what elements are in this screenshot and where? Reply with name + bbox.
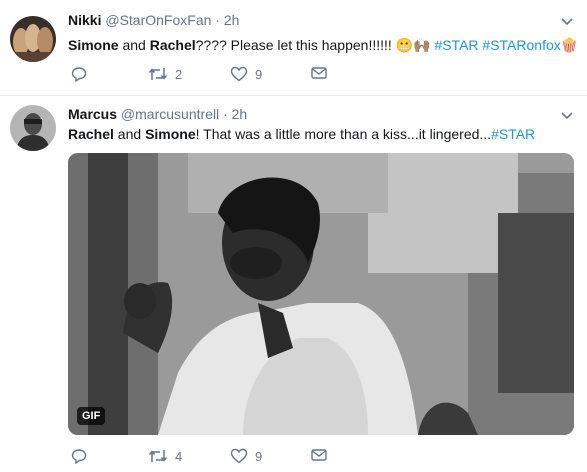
dm-icon [311, 448, 327, 462]
display-name[interactable]: Marcus [68, 106, 117, 122]
reply-icon [71, 448, 87, 464]
display-name[interactable]: Nikki [68, 12, 101, 28]
tweet-actions: 4 9 [68, 448, 368, 468]
like-icon [230, 448, 248, 464]
gif-frame [68, 153, 574, 435]
reply-button[interactable] [71, 448, 94, 464]
retweet-icon [148, 66, 168, 82]
text-bold-name: Simone [68, 37, 119, 53]
chevron-down-icon[interactable] [561, 108, 573, 123]
tweet-actions: 2 9 [68, 66, 368, 86]
dm-icon [311, 66, 327, 80]
chevron-down-icon[interactable] [561, 14, 573, 29]
hashtag-staronfox[interactable]: #STARonfox [482, 37, 560, 53]
tweet-text: Rachel and Simone! That was a little mor… [68, 126, 535, 142]
tweet-text: Simone and Rachel???? Please let this ha… [68, 37, 578, 54]
raised-hands-emoji: 🙌🏽 [413, 37, 431, 53]
reply-button[interactable] [71, 66, 94, 82]
dm-button[interactable] [311, 66, 327, 80]
text-segment: and [113, 126, 146, 142]
popcorn-emoji: 🍿 [560, 37, 579, 53]
tweet-marcus[interactable]: Marcus @marcusuntrell · 2h Rachel and Si… [0, 96, 587, 472]
tweet-header: Nikki @StarOnFoxFan · 2h [68, 12, 239, 28]
timestamp[interactable]: · 2h [215, 12, 239, 28]
like-button[interactable]: 9 [230, 448, 262, 464]
like-count: 9 [255, 448, 263, 464]
text-segment: and [118, 37, 150, 53]
text-bold-name: Rachel [149, 37, 196, 53]
retweet-button[interactable]: 2 [148, 66, 182, 82]
tweet-nikki[interactable]: Nikki @StarOnFoxFan · 2h Simone and Rach… [0, 0, 587, 96]
avatar[interactable] [10, 105, 56, 151]
retweet-icon [148, 448, 168, 464]
user-handle[interactable]: @StarOnFoxFan [105, 12, 211, 28]
text-segment: ! That was a little more than a kiss...i… [195, 126, 492, 142]
tweet-header: Marcus @marcusuntrell · 2h [68, 106, 247, 122]
like-button[interactable]: 9 [230, 66, 262, 82]
text-bold-name: Rachel [68, 126, 114, 142]
grimace-emoji: 😬 [395, 37, 414, 53]
user-handle[interactable]: @marcusuntrell [121, 106, 219, 122]
retweet-button[interactable]: 4 [148, 448, 182, 464]
retweet-count: 2 [175, 66, 183, 82]
gif-badge: GIF [77, 407, 106, 425]
timestamp[interactable]: · 2h [223, 106, 247, 122]
like-count: 9 [255, 66, 263, 82]
gif-media[interactable]: GIF [68, 153, 574, 435]
hashtag-star[interactable]: #STAR [491, 126, 535, 142]
reply-icon [71, 66, 87, 82]
text-segment: ???? Please let this happen!!!!!! [195, 37, 396, 53]
like-icon [230, 66, 248, 82]
dm-button[interactable] [311, 448, 327, 462]
hashtag-star[interactable]: #STAR [434, 37, 478, 53]
retweet-count: 4 [175, 448, 183, 464]
avatar[interactable] [10, 16, 56, 62]
text-bold-name: Simone [145, 126, 196, 142]
